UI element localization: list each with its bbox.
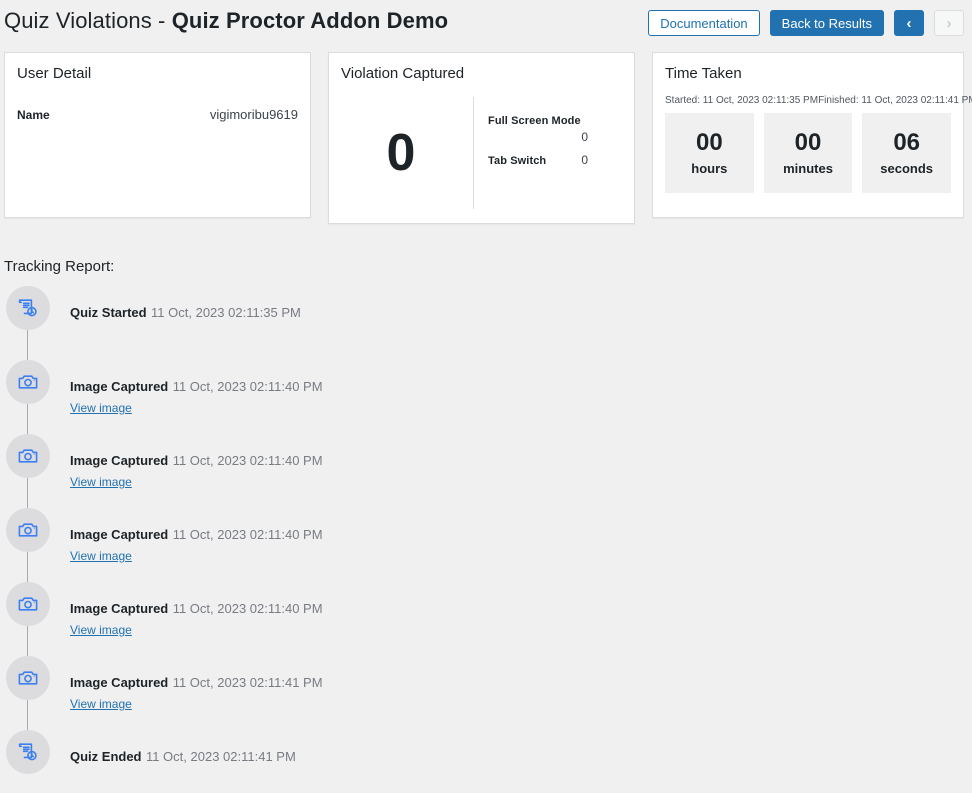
violation-breakdown: Full Screen Mode 0 Tab Switch 0 bbox=[473, 97, 634, 209]
user-detail-title: User Detail bbox=[17, 65, 92, 82]
violation-row-tab-switch: Tab Switch 0 bbox=[488, 153, 588, 167]
timeline-item: Quiz Started 11 Oct, 2023 02:11:35 PM bbox=[0, 286, 972, 360]
violation-captured-title: Violation Captured bbox=[341, 65, 465, 82]
next-button: › bbox=[934, 10, 964, 36]
quiz-violations-page: Quiz Violations - Quiz Proctor Addon Dem… bbox=[0, 0, 972, 793]
camera-icon bbox=[6, 508, 50, 552]
timeline-event-title: Image Captured bbox=[70, 601, 169, 616]
violation-label-full-screen: Full Screen Mode bbox=[488, 115, 581, 127]
user-name-value: vigimoribu9619 bbox=[209, 107, 298, 122]
tracking-timeline: Quiz Started 11 Oct, 2023 02:11:35 PM Ima… bbox=[0, 286, 972, 793]
timeline-connector bbox=[27, 700, 28, 730]
back-to-results-button[interactable]: Back to Results bbox=[769, 10, 884, 36]
hours-value: 00 bbox=[695, 129, 723, 156]
time-taken-title: Time Taken bbox=[665, 65, 742, 82]
time-box-minutes: 00 minutes bbox=[763, 113, 853, 193]
started-timestamp: Started: 11 Oct, 2023 02:11:35 PM bbox=[665, 95, 819, 106]
timeline-item: Image Captured 11 Oct, 2023 02:11:40 PM V… bbox=[0, 582, 972, 656]
timeline-event-title: Quiz Started bbox=[70, 305, 147, 320]
timeline-connector bbox=[27, 330, 28, 360]
timeline-event-row: Image Captured 11 Oct, 2023 02:11:41 PM bbox=[70, 674, 972, 692]
timeline-item: Quiz Ended 11 Oct, 2023 02:11:41 PM bbox=[0, 730, 972, 793]
tracking-report-heading: Tracking Report: bbox=[4, 258, 115, 275]
user-name-label: Name bbox=[17, 108, 50, 122]
camera-icon bbox=[6, 360, 50, 404]
timeline-event-row: Quiz Ended 11 Oct, 2023 02:11:41 PM bbox=[70, 748, 972, 766]
timeline-event-time: 11 Oct, 2023 02:11:35 PM bbox=[151, 305, 301, 320]
user-name-row: Name vigimoribu9619 bbox=[17, 107, 298, 122]
timeline-content: Image Captured 11 Oct, 2023 02:11:40 PM V… bbox=[70, 434, 972, 491]
document-clock-icon bbox=[6, 286, 50, 330]
timeline-connector bbox=[27, 478, 28, 508]
timeline-event-title: Image Captured bbox=[70, 379, 169, 394]
view-image-link[interactable]: View image bbox=[70, 623, 132, 637]
user-detail-card: User Detail Name vigimoribu9619 bbox=[4, 52, 311, 218]
violation-value-full-screen: 0 bbox=[581, 130, 588, 144]
seconds-label: seconds bbox=[880, 161, 934, 176]
time-stamps: Started: 11 Oct, 2023 02:11:35 PM Finish… bbox=[665, 95, 972, 106]
timeline-connector bbox=[27, 552, 28, 582]
time-box-seconds: 06 seconds bbox=[862, 113, 952, 193]
timeline-event-row: Image Captured 11 Oct, 2023 02:11:40 PM bbox=[70, 452, 972, 470]
minutes-value: 00 bbox=[794, 129, 822, 156]
timeline-event-row: Image Captured 11 Oct, 2023 02:11:40 PM bbox=[70, 378, 972, 396]
timeline-event-time: 11 Oct, 2023 02:11:41 PM bbox=[172, 675, 323, 690]
view-image-link[interactable]: View image bbox=[70, 549, 132, 563]
timeline-item: Image Captured 11 Oct, 2023 02:11:40 PM V… bbox=[0, 508, 972, 582]
header-actions: Documentation Back to Results ‹ › bbox=[648, 10, 964, 36]
timeline-event-row: Quiz Started 11 Oct, 2023 02:11:35 PM bbox=[70, 304, 972, 322]
view-image-link[interactable]: View image bbox=[70, 697, 132, 711]
hours-label: hours bbox=[691, 161, 728, 176]
documentation-button[interactable]: Documentation bbox=[648, 10, 760, 36]
timeline-event-row: Image Captured 11 Oct, 2023 02:11:40 PM bbox=[70, 526, 972, 544]
timeline-connector bbox=[27, 404, 28, 434]
seconds-value: 06 bbox=[893, 129, 921, 156]
time-box-hours: 00 hours bbox=[665, 113, 754, 193]
page-title-quiz-name: Quiz Proctor Addon Demo bbox=[171, 8, 449, 33]
timeline-event-time: 11 Oct, 2023 02:11:40 PM bbox=[172, 601, 323, 616]
timeline-event-time: 11 Oct, 2023 02:11:40 PM bbox=[172, 453, 323, 468]
timeline-item: Image Captured 11 Oct, 2023 02:11:41 PM V… bbox=[0, 656, 972, 730]
timeline-content: Image Captured 11 Oct, 2023 02:11:41 PM V… bbox=[70, 656, 972, 713]
violation-captured-card: Violation Captured 0 Full Screen Mode 0 … bbox=[328, 52, 635, 224]
page-title-prefix: Quiz Violations - bbox=[4, 8, 172, 33]
camera-icon bbox=[6, 582, 50, 626]
timeline-event-time: 11 Oct, 2023 02:11:41 PM bbox=[145, 749, 296, 764]
timeline-event-time: 11 Oct, 2023 02:11:40 PM bbox=[172, 379, 323, 394]
timeline-content: Quiz Ended 11 Oct, 2023 02:11:41 PM bbox=[70, 730, 972, 766]
timeline-event-time: 11 Oct, 2023 02:11:40 PM bbox=[172, 527, 323, 542]
timeline-item: Image Captured 11 Oct, 2023 02:11:40 PM V… bbox=[0, 360, 972, 434]
previous-button[interactable]: ‹ bbox=[894, 10, 924, 36]
finished-timestamp: Finished: 11 Oct, 2023 02:11:41 PM bbox=[818, 95, 972, 106]
violation-body: 0 Full Screen Mode 0 Tab Switch 0 bbox=[329, 97, 634, 209]
view-image-link[interactable]: View image bbox=[70, 475, 132, 489]
timeline-content: Image Captured 11 Oct, 2023 02:11:40 PM V… bbox=[70, 582, 972, 639]
timeline-content: Image Captured 11 Oct, 2023 02:11:40 PM V… bbox=[70, 360, 972, 417]
time-taken-card: Time Taken Started: 11 Oct, 2023 02:11:3… bbox=[652, 52, 972, 218]
page-title: Quiz Violations - Quiz Proctor Addon Dem… bbox=[4, 8, 448, 34]
violation-total-count: 0 bbox=[386, 124, 416, 182]
camera-icon bbox=[6, 434, 50, 478]
page-header: Quiz Violations - Quiz Proctor Addon Dem… bbox=[0, 0, 972, 46]
timeline-event-row: Image Captured 11 Oct, 2023 02:11:40 PM bbox=[70, 600, 972, 618]
violation-label-tab-switch: Tab Switch bbox=[488, 155, 547, 167]
view-image-link[interactable]: View image bbox=[70, 401, 132, 415]
timeline-event-title: Quiz Ended bbox=[70, 749, 142, 764]
time-boxes: 00 hours 00 minutes 06 seconds bbox=[665, 113, 952, 193]
minutes-label: minutes bbox=[783, 161, 833, 176]
timeline-event-title: Image Captured bbox=[70, 675, 169, 690]
timeline-content: Image Captured 11 Oct, 2023 02:11:40 PM V… bbox=[70, 508, 972, 565]
timeline-content: Quiz Started 11 Oct, 2023 02:11:35 PM bbox=[70, 286, 972, 322]
camera-icon bbox=[6, 656, 50, 700]
timeline-event-title: Image Captured bbox=[70, 453, 169, 468]
violation-row-full-screen: Full Screen Mode 0 bbox=[488, 115, 588, 144]
violation-value-tab-switch: 0 bbox=[581, 153, 588, 167]
timeline-event-title: Image Captured bbox=[70, 527, 169, 542]
document-clock-icon bbox=[6, 730, 50, 774]
timeline-item: Image Captured 11 Oct, 2023 02:11:40 PM V… bbox=[0, 434, 972, 508]
timeline-connector bbox=[27, 626, 28, 656]
